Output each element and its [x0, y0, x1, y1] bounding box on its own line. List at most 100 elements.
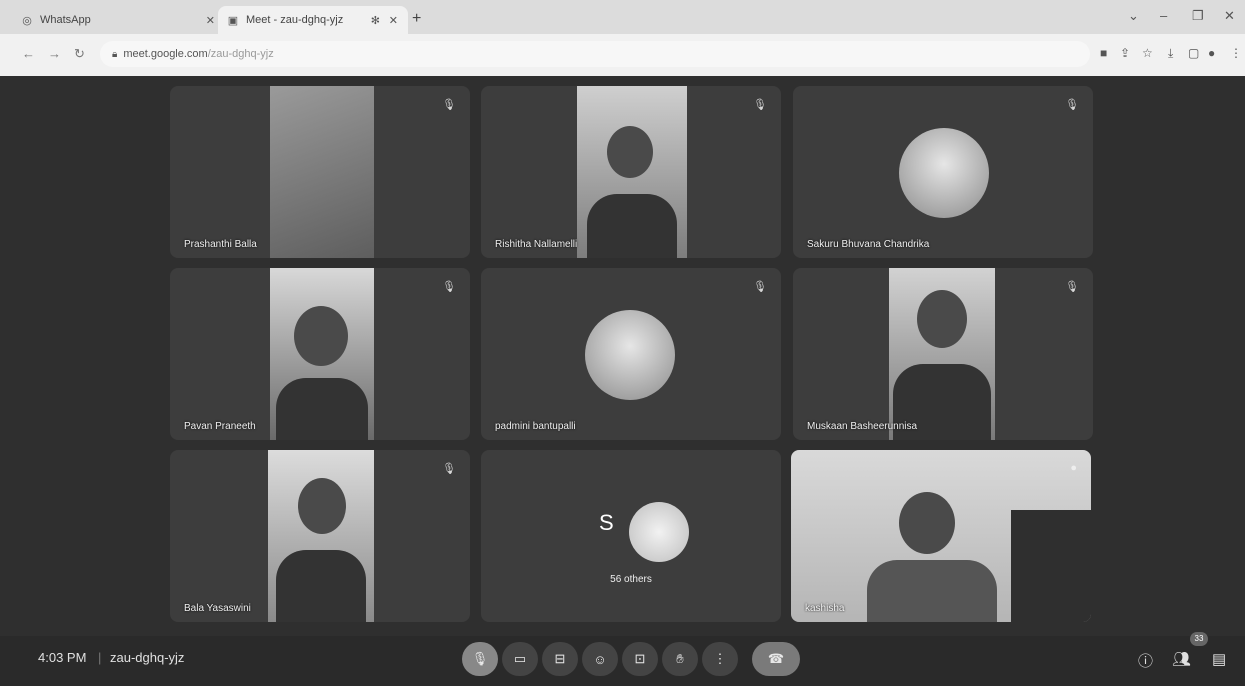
participants-count-badge: 33 [1190, 632, 1208, 646]
tab-whatsapp[interactable]: ◎ WhatsApp ✕ [20, 6, 225, 34]
participant-avatar [585, 310, 675, 400]
sidebar-icon[interactable]: ▢ [1188, 46, 1199, 60]
end-call-icon: ☎︎ [767, 651, 785, 666]
back-icon[interactable]: ← [22, 46, 35, 61]
close-icon[interactable]: ✕ [389, 14, 398, 27]
close-icon[interactable]: ✕ [206, 14, 215, 27]
lock-icon: 🔒︎ [112, 48, 118, 60]
meeting-code: zau-dghq-yjz [110, 650, 185, 665]
participant-face [294, 306, 348, 366]
camera-in-use-icon[interactable]: ■ [1100, 46, 1107, 60]
bookmark-star-icon[interactable]: ☆ [1142, 46, 1153, 60]
background-wall [1011, 510, 1091, 622]
participant-face [607, 126, 653, 178]
raise-hand-button[interactable]: ✋︎ [662, 642, 698, 676]
participant-tile[interactable]: 🎙︎ Sakuru Bhuvana Chandrika [793, 86, 1093, 258]
reload-icon[interactable]: ↻ [74, 46, 85, 62]
tab-label: WhatsApp [40, 14, 91, 26]
browser-tab-strip: ◎ WhatsApp ✕ ▣ Meet - zau-dghq-yjz ✻ ✕ +… [0, 0, 1245, 34]
share-icon[interactable]: ⇪ [1120, 46, 1130, 60]
participant-name: Rishitha Nallamelli [495, 239, 578, 250]
participant-tile[interactable]: 🎙︎ Bala Yasaswini [170, 450, 470, 622]
people-icon[interactable]: 👥︎ [1172, 650, 1191, 668]
mic-muted-icon: 🎙︎ [1065, 99, 1079, 111]
participant-video [268, 450, 374, 622]
recording-icon: ✻ [370, 14, 380, 27]
participant-name: Sakuru Bhuvana Chandrika [807, 239, 930, 250]
others-avatar [629, 502, 689, 562]
mic-muted-icon: 🎙︎ [442, 99, 456, 111]
participant-face [899, 492, 955, 554]
camera-toggle-button[interactable]: ▭ [502, 642, 538, 676]
mic-toggle-button[interactable]: 🎙︎ [462, 642, 498, 676]
mic-muted-icon: 🎙︎ [442, 281, 456, 293]
participant-tile[interactable]: 🎙︎ Rishitha Nallamelli [481, 86, 781, 258]
participant-name: Bala Yasaswini [184, 603, 251, 614]
url-path: /zau-dghq-yjz [207, 48, 274, 60]
participant-body [587, 194, 677, 258]
mic-muted-icon: 🎙︎ [442, 463, 456, 475]
forward-icon[interactable]: → [48, 46, 61, 61]
chat-icon[interactable]: ▤ [1212, 650, 1226, 668]
tab-meet[interactable]: ▣ Meet - zau-dghq-yjz ✻ ✕ [218, 6, 408, 34]
tab-label: Meet - zau-dghq-yjz [246, 14, 344, 26]
mic-muted-icon: 🎙︎ [753, 99, 767, 111]
participant-tile[interactable]: 🎙︎ Prashanthi Balla [170, 86, 470, 258]
menu-kebab-icon[interactable]: ⋮ [1230, 46, 1242, 60]
close-window-icon[interactable]: ✕ [1224, 8, 1235, 24]
participant-name: Muskaan Basheerunnisa [807, 421, 918, 432]
mic-muted-icon: 🎙︎ [1065, 281, 1079, 293]
meeting-time: 4:03 PM [38, 650, 87, 665]
participant-body [867, 560, 997, 622]
more-options-icon: ⋮ [713, 651, 727, 666]
present-icon: ⊡ [634, 651, 646, 666]
participant-video [889, 268, 995, 440]
participant-face [298, 478, 346, 534]
url-host: meet.google.com [123, 48, 208, 60]
speaking-indicator-icon: ● [1070, 462, 1077, 474]
whatsapp-icon: ◎ [22, 14, 32, 27]
participant-face [917, 290, 967, 348]
participant-name: Prashanthi Balla [184, 239, 257, 250]
participant-video [270, 268, 374, 440]
emoji-icon: ☺ [593, 651, 607, 667]
new-tab-button[interactable]: + [412, 10, 421, 28]
others-initial: S [599, 510, 614, 535]
mic-off-icon: 🎙︎ [471, 651, 489, 666]
download-icon[interactable]: ⤓ [1168, 46, 1173, 61]
participant-video [577, 86, 687, 258]
address-bar[interactable]: 🔒︎ meet.google.com/zau-dghq-yjz [100, 41, 1090, 67]
minimize-icon[interactable]: – [1160, 8, 1167, 23]
participant-video [270, 86, 374, 258]
captions-icon: ⊟ [554, 651, 566, 666]
separator: | [98, 650, 102, 665]
participant-tile[interactable]: 🎙︎ Muskaan Basheerunnisa [793, 268, 1093, 440]
profile-icon[interactable]: ● [1208, 46, 1215, 60]
participant-name: kashisha [805, 603, 845, 614]
meeting-control-bar: 4:03 PM | zau-dghq-yjz 🎙︎ ▭ ⊟ ☺ ⊡ ✋︎ ⋮ ☎… [0, 632, 1245, 686]
meeting-stage: 🎙︎ Prashanthi Balla 🎙︎ Rishitha Nallamel… [0, 76, 1245, 636]
participant-name: Pavan Praneeth [184, 421, 256, 432]
emoji-reaction-button[interactable]: ☺ [582, 642, 618, 676]
restore-icon[interactable]: ❐ [1192, 8, 1204, 24]
participant-body [276, 550, 366, 622]
participant-avatar [899, 128, 989, 218]
more-options-button[interactable]: ⋮ [702, 642, 738, 676]
browser-toolbar: ← → ↻ 🔒︎ meet.google.com/zau-dghq-yjz ■ … [0, 34, 1245, 77]
others-count-label: 56 others [610, 574, 652, 585]
end-call-button[interactable]: ☎︎ [752, 642, 800, 676]
participant-tile[interactable]: ● kashisha [791, 450, 1091, 622]
others-tile[interactable]: S 56 others [481, 450, 781, 622]
captions-button[interactable]: ⊟ [542, 642, 578, 676]
meeting-info-icon[interactable]: ⓘ [1138, 650, 1153, 671]
participant-tile[interactable]: 🎙︎ padmini bantupalli [481, 268, 781, 440]
participant-tile[interactable]: 🎙︎ Pavan Praneeth [170, 268, 470, 440]
present-screen-button[interactable]: ⊡ [622, 642, 658, 676]
participant-body [276, 378, 368, 440]
mic-muted-icon: 🎙︎ [753, 281, 767, 293]
participant-name: padmini bantupalli [495, 421, 576, 432]
tab-search-icon[interactable]: ⌄ [1128, 8, 1139, 24]
meet-icon: ▣ [227, 14, 239, 27]
camera-icon: ▭ [513, 651, 527, 666]
raise-hand-icon: ✋︎ [676, 651, 684, 666]
